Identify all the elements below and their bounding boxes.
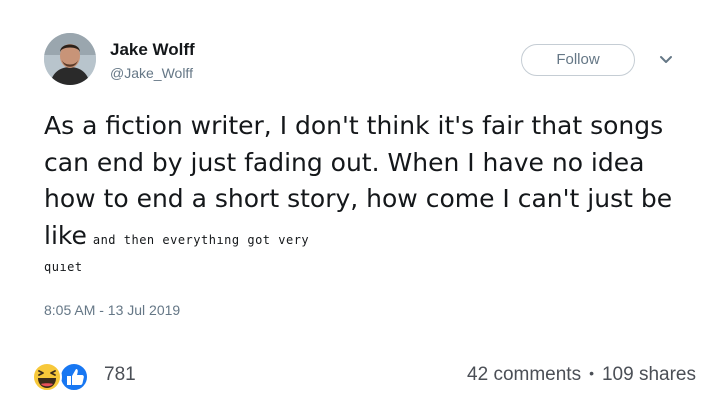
- comments-link[interactable]: 42 comments: [467, 364, 581, 385]
- reaction-icons[interactable]: [30, 362, 102, 392]
- tweet-text-fading-1: and then everythıng got very: [92, 232, 310, 247]
- separator-dot: •: [589, 365, 594, 381]
- tweet-text-main: As a fiction writer, I don't think it's …: [44, 111, 673, 250]
- engagement-stats: 42 comments • 109 shares: [467, 364, 696, 386]
- avatar-photo: [44, 33, 96, 85]
- tweet-text-fading-2: quıet: [44, 260, 83, 274]
- like-thumb-icon: [59, 362, 89, 392]
- profile-handle[interactable]: @Jake_Wolff: [110, 65, 193, 81]
- tweet-text: As a fiction writer, I don't think it's …: [44, 108, 694, 258]
- shares-link[interactable]: 109 shares: [602, 364, 696, 385]
- haha-emoji-icon: [32, 362, 62, 392]
- follow-button[interactable]: Follow: [521, 44, 635, 76]
- avatar[interactable]: [44, 33, 96, 85]
- tweet-timestamp[interactable]: 8:05 AM - 13 Jul 2019: [44, 302, 180, 318]
- chevron-down-icon[interactable]: [656, 50, 676, 70]
- reaction-count[interactable]: 781: [104, 364, 136, 386]
- profile-name[interactable]: Jake Wolff: [110, 40, 195, 60]
